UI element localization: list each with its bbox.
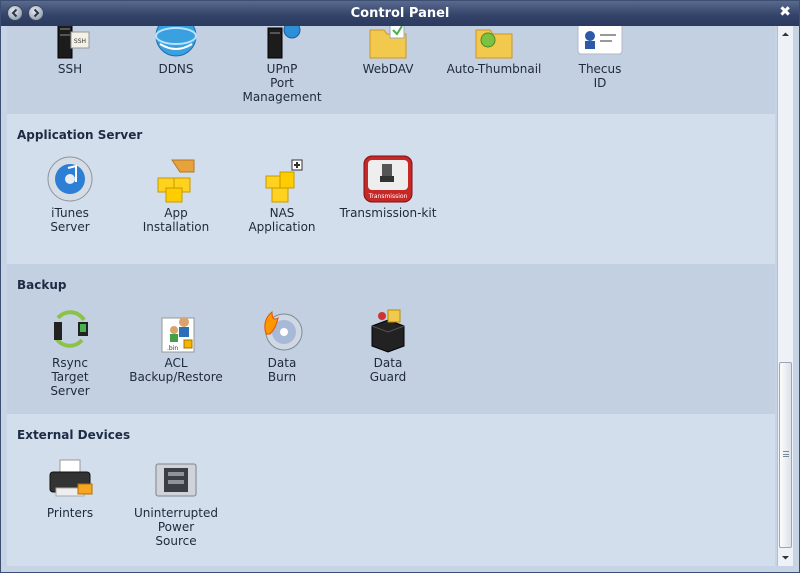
item-label: ACL Backup/Restore: [129, 356, 223, 384]
titlebar: Control Panel ✖: [1, 1, 799, 26]
vertical-scrollbar[interactable]: [777, 26, 793, 566]
burning-disc-icon: [256, 304, 308, 354]
item-label: NAS Application: [248, 206, 316, 234]
control-panel-content: SSH SSH DDNS UPnP Port Management WebDAV…: [7, 26, 775, 566]
section-title: Backup: [17, 278, 67, 292]
chevron-down-icon: [782, 556, 789, 560]
item-label: Thecus ID: [578, 62, 622, 90]
item-label: Data Guard: [369, 356, 407, 384]
ssh-badge-text: SSH: [74, 38, 86, 45]
scrollbar-thumb[interactable]: [779, 362, 792, 548]
window-frame-right: [793, 26, 799, 566]
control-panel-window: Control Panel ✖ SSH SSH DDNS UPnP Port M…: [0, 0, 800, 573]
item-data-guard[interactable]: Data Guard: [335, 304, 441, 384]
item-label: Auto-Thumbnail: [446, 62, 542, 76]
ups-battery-icon: [150, 454, 202, 504]
item-label: Data Burn: [267, 356, 297, 384]
acl-users-icon: .bin: [150, 304, 202, 354]
item-auto-thumbnail[interactable]: Auto-Thumbnail: [441, 26, 547, 76]
item-thecus-id[interactable]: Thecus ID: [547, 26, 653, 90]
item-data-burn[interactable]: Data Burn: [229, 304, 335, 384]
item-label: SSH: [57, 62, 83, 76]
item-itunes-server[interactable]: iTunes Server: [17, 154, 123, 234]
item-label: App Installation: [142, 206, 210, 234]
item-label: Transmission-kit: [339, 206, 437, 220]
item-label: UPnP Port Management: [242, 62, 322, 104]
transmission-icon: Transmission: [362, 154, 414, 204]
item-printers[interactable]: Printers: [17, 454, 123, 520]
section-title: Application Server: [17, 128, 143, 142]
item-ssh[interactable]: SSH SSH: [17, 26, 123, 76]
itunes-disc-icon: [44, 154, 96, 204]
app-blocks-icon: [150, 154, 202, 204]
item-webdav[interactable]: WebDAV: [335, 26, 441, 76]
item-label: WebDAV: [362, 62, 414, 76]
item-label: Rsync Target Server: [50, 356, 90, 398]
upnp-server-icon: [256, 26, 308, 60]
item-label: iTunes Server: [50, 206, 90, 234]
printer-icon: [44, 454, 96, 504]
item-label: DDNS: [158, 62, 194, 76]
scroll-up-button[interactable]: [779, 28, 792, 41]
globe-network-icon: [150, 26, 202, 60]
item-nas-application[interactable]: NAS Application: [229, 154, 335, 234]
transmission-badge-text: Transmission: [368, 193, 408, 200]
item-app-installation[interactable]: App Installation: [123, 154, 229, 234]
item-ddns[interactable]: DDNS: [123, 26, 229, 76]
window-title: Control Panel: [350, 6, 450, 21]
item-upnp[interactable]: UPnP Port Management: [229, 26, 335, 104]
grip-icon: [783, 451, 789, 457]
webdav-folder-icon: [362, 26, 414, 60]
item-ups[interactable]: Uninterrupted Power Source: [123, 454, 229, 548]
nas-app-blocks-icon: [256, 154, 308, 204]
window-frame-bottom: [1, 566, 799, 572]
section-application-server: Application Server iTunes Server App Ins…: [7, 114, 775, 264]
close-button[interactable]: ✖: [779, 4, 791, 20]
item-transmission-kit[interactable]: Transmission Transmission-kit: [335, 154, 441, 220]
item-rsync-target-server[interactable]: Rsync Target Server: [17, 304, 123, 398]
rsync-sync-icon: [44, 304, 96, 354]
scroll-down-button[interactable]: [779, 551, 792, 564]
item-label: Printers: [46, 506, 94, 520]
chevron-up-icon: [782, 32, 789, 36]
data-guard-box-icon: [362, 304, 414, 354]
section-backup: Backup Rsync Target Server .bin ACL Back…: [7, 264, 775, 414]
section-network-services: SSH SSH DDNS UPnP Port Management WebDAV…: [7, 26, 775, 114]
item-label: Uninterrupted Power Source: [134, 506, 218, 548]
acl-badge-text: .bin: [167, 345, 178, 352]
section-title: External Devices: [17, 428, 131, 442]
thumbnail-folder-icon: [468, 26, 520, 60]
server-ssh-icon: SSH: [44, 26, 96, 60]
section-external-devices: External Devices Printers Uninterrupted …: [7, 414, 775, 566]
id-card-icon: [574, 26, 626, 60]
item-acl-backup-restore[interactable]: .bin ACL Backup/Restore: [123, 304, 229, 384]
